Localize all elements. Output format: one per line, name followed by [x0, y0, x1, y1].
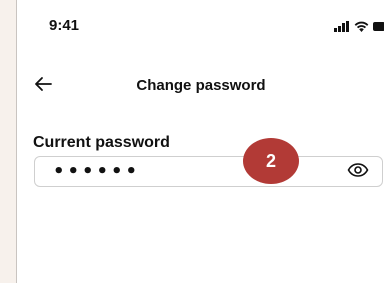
wifi-icon	[354, 19, 369, 37]
toggle-visibility-button[interactable]	[346, 161, 370, 183]
navigation-bar: Change password	[17, 70, 384, 102]
current-password-label: Current password	[33, 134, 170, 151]
status-time: 9:41	[49, 17, 80, 34]
step-number-badge: 2	[243, 138, 299, 184]
phone-screen: 9:41 Change password Current password ••…	[16, 0, 384, 283]
current-password-value[interactable]: ••••••	[53, 161, 140, 182]
status-icons	[334, 19, 384, 37]
page-title: Change password	[136, 77, 266, 94]
battery-icon	[373, 19, 384, 37]
cellular-signal-icon	[334, 19, 350, 37]
eye-icon	[347, 162, 369, 182]
status-bar: 9:41	[17, 0, 384, 56]
current-password-field[interactable]: ••••••	[34, 156, 383, 187]
